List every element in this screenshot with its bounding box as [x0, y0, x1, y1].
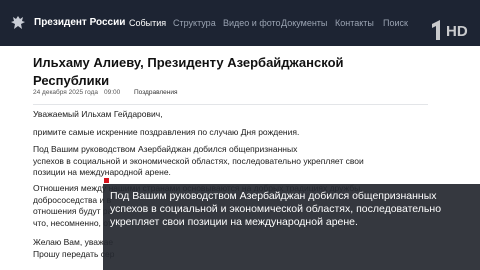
- title-line: Республики: [33, 73, 110, 88]
- caption-line: укрепляет свои позиции на международной …: [110, 216, 358, 228]
- site-title[interactable]: Президент России: [34, 17, 125, 28]
- page-title: Ильхаму Алиеву, Президенту Азербайджанск…: [33, 54, 363, 90]
- paragraph-line: примите самые искренние поздравления по …: [33, 127, 300, 137]
- paragraph-line: позиции на международной арене.: [33, 167, 171, 177]
- divider: [33, 104, 428, 105]
- nav-search[interactable]: Поиск: [383, 18, 408, 28]
- caption-line: успехов в социальной и экономической обл…: [110, 203, 442, 215]
- paragraph-congratulations: примите самые искренние поздравления по …: [33, 127, 373, 139]
- caption-marker: [104, 178, 109, 183]
- publication-date: 24 декабря 2025 года: [33, 89, 99, 96]
- channel-logo-hd: HD: [446, 23, 468, 40]
- nav-structure[interactable]: Структура: [173, 18, 216, 28]
- paragraph-line: успехов в социальной и экономической обл…: [33, 155, 364, 166]
- paragraph-achievements: Под Вашим руководством Азербайджан добил…: [33, 144, 373, 179]
- paragraph-greeting: Уважаемый Ильхам Гейдарович,: [33, 109, 373, 121]
- nav-events[interactable]: События: [129, 18, 166, 28]
- nav-contacts[interactable]: Контакты: [335, 18, 374, 28]
- title-line: Ильхаму Алиеву, Президенту Азербайджанск…: [33, 55, 344, 70]
- site-header: Президент России События Структура Видео…: [0, 0, 480, 46]
- nav-documents[interactable]: Документы: [281, 18, 327, 28]
- paragraph-line: Уважаемый Ильхам Гейдарович,: [33, 109, 163, 119]
- double-headed-eagle-icon[interactable]: [9, 14, 27, 32]
- paragraph-line: Под Вашим руководством Азербайджан добил…: [33, 144, 298, 154]
- category-link[interactable]: Поздравления: [134, 89, 178, 96]
- tv-caption-text: Под Вашим руководством Азербайджан добил…: [110, 190, 474, 229]
- channel-one-logo: HD: [432, 20, 468, 40]
- nav-video-photo[interactable]: Видео и фото: [223, 18, 281, 28]
- publication-time: 09:00: [104, 89, 121, 96]
- caption-line: Под Вашим руководством Азербайджан добил…: [110, 190, 437, 202]
